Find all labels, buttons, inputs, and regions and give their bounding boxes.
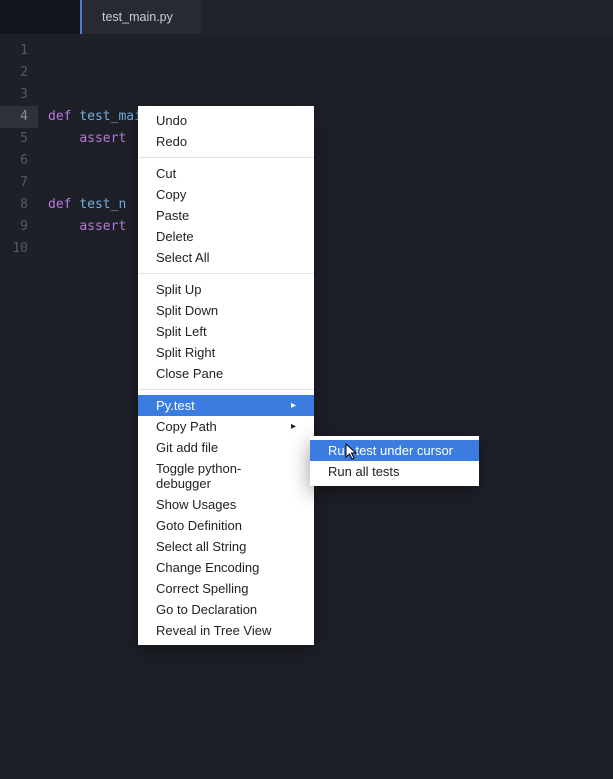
line-number: 1 — [0, 40, 38, 62]
menu-separator — [138, 273, 314, 274]
menu-item[interactable]: Select All — [138, 247, 314, 268]
menu-item[interactable]: Paste — [138, 205, 314, 226]
menu-item[interactable]: Show Usages — [138, 494, 314, 515]
menu-item[interactable]: Copy — [138, 184, 314, 205]
menu-item[interactable]: Py.test ▸ — [138, 395, 314, 416]
code-line: assert — [48, 128, 613, 150]
context-menu: Undo Redo Cut Copy Paste Delete Select All Spli… — [138, 106, 314, 645]
menu-item[interactable]: Reveal in Tree View — [138, 620, 314, 641]
code-line — [48, 40, 613, 62]
tab-title: test_main.py — [102, 10, 173, 24]
menu-item[interactable]: Go to Declaration — [138, 599, 314, 620]
menu-separator — [138, 389, 314, 390]
menu-item[interactable]: Redo — [138, 131, 314, 152]
menu-item[interactable]: Close Pane — [138, 363, 314, 384]
submenu-item[interactable]: Run test under cursor — [310, 440, 479, 461]
menu-item-label: Close Pane — [156, 366, 223, 381]
menu-item[interactable]: Split Left — [138, 321, 314, 342]
submenu-arrow-icon: ▸ — [291, 400, 296, 411]
menu-item-label: Py.test — [156, 398, 195, 413]
menu-item-label: Toggle python-debugger — [156, 461, 296, 491]
menu-item-label: Cut — [156, 166, 176, 181]
menu-item-label: Undo — [156, 113, 187, 128]
menu-item-label: Paste — [156, 208, 189, 223]
line-number: 9 — [0, 216, 38, 238]
menu-item[interactable]: Split Right — [138, 342, 314, 363]
menu-item-label: Select all String — [156, 539, 246, 554]
menu-item-label: Goto Definition — [156, 518, 242, 533]
tab-bar: test_main.py — [0, 0, 613, 34]
line-number: 10 — [0, 238, 38, 260]
menu-item[interactable]: Undo — [138, 110, 314, 131]
line-number: 4 — [0, 106, 38, 128]
line-number: 2 — [0, 62, 38, 84]
menu-item[interactable]: Change Encoding — [138, 557, 314, 578]
menu-item-label: Git add file — [156, 440, 218, 455]
menu-item-label: Split Left — [156, 324, 207, 339]
submenu-arrow-icon: ▸ — [291, 421, 296, 432]
menu-item-label: Reveal in Tree View — [156, 623, 271, 638]
menu-item-label: Show Usages — [156, 497, 236, 512]
menu-item-label: Copy Path — [156, 419, 217, 434]
tab-active-indicator — [80, 0, 82, 34]
menu-item-label: Split Down — [156, 303, 218, 318]
code-line: assert — [48, 216, 613, 238]
code-line: def test_main(): — [48, 106, 613, 128]
code-line — [48, 150, 613, 172]
menu-item[interactable]: Split Down — [138, 300, 314, 321]
menu-item[interactable]: Copy Path ▸ — [138, 416, 314, 437]
context-submenu: Run test under cursorRun all tests — [310, 436, 479, 486]
code-content[interactable]: def test_main(): assert def test_n asser… — [38, 34, 613, 779]
tab-file[interactable]: test_main.py — [80, 0, 201, 34]
menu-item-label: Copy — [156, 187, 186, 202]
tab-bar-spacer — [0, 0, 80, 34]
menu-item-label: Select All — [156, 250, 209, 265]
menu-item[interactable]: Correct Spelling — [138, 578, 314, 599]
line-number-gutter: 12345678910 — [0, 34, 38, 779]
menu-item-label: Go to Declaration — [156, 602, 257, 617]
menu-item-label: Split Right — [156, 345, 215, 360]
code-line: def test_n — [48, 194, 613, 216]
menu-item[interactable]: Toggle python-debugger — [138, 458, 314, 494]
line-number: 5 — [0, 128, 38, 150]
menu-separator — [138, 157, 314, 158]
line-number: 7 — [0, 172, 38, 194]
line-number: 3 — [0, 84, 38, 106]
code-line — [48, 238, 613, 260]
menu-item[interactable]: Cut — [138, 163, 314, 184]
code-line — [48, 62, 613, 84]
menu-item[interactable]: Goto Definition — [138, 515, 314, 536]
menu-item[interactable]: Split Up — [138, 279, 314, 300]
menu-item-label: Delete — [156, 229, 194, 244]
menu-item-label: Split Up — [156, 282, 202, 297]
code-line — [48, 84, 613, 106]
submenu-item[interactable]: Run all tests — [310, 461, 479, 482]
code-line — [48, 172, 613, 194]
menu-item[interactable]: Git add file — [138, 437, 314, 458]
menu-item[interactable]: Delete — [138, 226, 314, 247]
menu-item-label: Change Encoding — [156, 560, 259, 575]
line-number: 6 — [0, 150, 38, 172]
menu-item-label: Correct Spelling — [156, 581, 249, 596]
line-number: 8 — [0, 194, 38, 216]
menu-item[interactable]: Select all String — [138, 536, 314, 557]
menu-item-label: Redo — [156, 134, 187, 149]
